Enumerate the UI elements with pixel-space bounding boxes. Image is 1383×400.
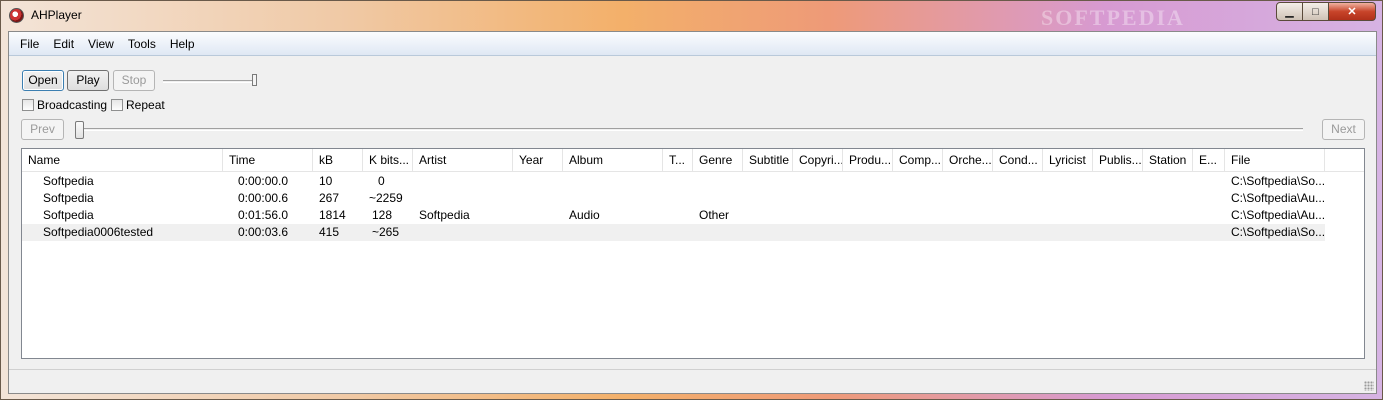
- cell-name: Softpedia: [43, 174, 94, 188]
- column-header-artist[interactable]: Artist: [413, 149, 513, 172]
- cell-time: 0:00:03.6: [238, 225, 289, 239]
- title-bar[interactable]: AHPlayer SOFTPEDIA ▁ □ ✕: [1, 1, 1382, 31]
- minimize-icon: ▁: [1285, 6, 1294, 18]
- playlist-view[interactable]: Name Time kB K bits... Artist Year Album…: [21, 148, 1365, 359]
- column-header-publisher[interactable]: Publis...: [1093, 149, 1143, 172]
- column-header-lyricist[interactable]: Lyricist: [1043, 149, 1093, 172]
- cell-file: C:\Softpedia\Au...: [1231, 191, 1326, 205]
- volume-slider-thumb[interactable]: [252, 74, 257, 86]
- open-button[interactable]: Open: [22, 70, 64, 91]
- cell-file: C:\Softpedia\Au...: [1231, 208, 1326, 222]
- table-row[interactable]: Softpedia 0:01:56.0 1814 128 Softpedia A…: [22, 207, 1325, 224]
- cell-kbits: 0: [378, 174, 385, 188]
- repeat-checkbox[interactable]: Repeat: [111, 98, 165, 112]
- app-icon[interactable]: [9, 8, 24, 23]
- position-slider-thumb[interactable]: [75, 121, 84, 139]
- repeat-checkbox-box[interactable]: [111, 99, 123, 111]
- cell-kb: 10: [319, 174, 333, 188]
- column-header-album[interactable]: Album: [563, 149, 663, 172]
- column-header-time[interactable]: Time: [223, 149, 313, 172]
- cell-name: Softpedia: [43, 191, 94, 205]
- column-header-genre[interactable]: Genre: [693, 149, 743, 172]
- broadcasting-checkbox[interactable]: Broadcasting: [22, 98, 107, 112]
- play-button[interactable]: Play: [67, 70, 109, 91]
- watermark: SOFTPEDIA: [1041, 5, 1185, 30]
- app-window: AHPlayer SOFTPEDIA ▁ □ ✕ File Edit View …: [0, 0, 1383, 400]
- menu-bar: File Edit View Tools Help: [9, 32, 1376, 56]
- menu-help[interactable]: Help: [163, 32, 202, 56]
- position-slider-track[interactable]: [81, 128, 1303, 131]
- maximize-icon: □: [1312, 5, 1319, 18]
- table-row[interactable]: Softpedia0006tested 0:00:03.6 415 ~265 C…: [22, 224, 1325, 241]
- player-controls: Open Play Stop Broadcasting Repeat Prev …: [9, 57, 1376, 147]
- cell-file: C:\Softpedia\So...: [1231, 225, 1326, 239]
- cell-genre: Other: [699, 208, 730, 222]
- column-header-e[interactable]: E...: [1193, 149, 1225, 172]
- column-header-composer[interactable]: Comp...: [893, 149, 943, 172]
- maximize-button[interactable]: □: [1303, 2, 1329, 21]
- minimize-button[interactable]: ▁: [1276, 2, 1303, 21]
- column-header-orchestra[interactable]: Orche...: [943, 149, 993, 172]
- stop-button[interactable]: Stop: [113, 70, 155, 91]
- cell-artist: Softpedia: [419, 208, 470, 222]
- table-row[interactable]: Softpedia 0:00:00.0 10 0 C:\Softpedia\So…: [22, 173, 1325, 190]
- cell-kbits: 128: [372, 208, 393, 222]
- column-header-conductor[interactable]: Cond...: [993, 149, 1043, 172]
- cell-kbits: ~265: [372, 225, 400, 239]
- menu-view[interactable]: View: [81, 32, 121, 56]
- column-header-name[interactable]: Name: [22, 149, 223, 172]
- table-row[interactable]: Softpedia 0:00:00.6 267 ~2259 C:\Softped…: [22, 190, 1325, 207]
- cell-time: 0:00:00.0: [238, 174, 289, 188]
- client-area: File Edit View Tools Help Open Play Stop…: [8, 31, 1377, 394]
- column-header-kbits[interactable]: K bits...: [363, 149, 413, 172]
- caption-buttons: ▁ □ ✕: [1276, 2, 1376, 21]
- resize-grip-icon[interactable]: [1364, 381, 1374, 391]
- column-header-file[interactable]: File: [1225, 149, 1325, 172]
- repeat-label: Repeat: [126, 98, 165, 112]
- cell-album: Audio: [569, 208, 600, 222]
- playlist-header: Name Time kB K bits... Artist Year Album…: [22, 149, 1364, 172]
- column-header-kb[interactable]: kB: [313, 149, 363, 172]
- next-button[interactable]: Next: [1322, 119, 1365, 140]
- prev-button[interactable]: Prev: [21, 119, 64, 140]
- cell-kbits: ~2259: [369, 191, 403, 205]
- cell-time: 0:00:00.6: [238, 191, 289, 205]
- menu-edit[interactable]: Edit: [46, 32, 81, 56]
- cell-time: 0:01:56.0: [238, 208, 289, 222]
- column-header-year[interactable]: Year: [513, 149, 563, 172]
- window-title: AHPlayer: [31, 8, 82, 22]
- close-button[interactable]: ✕: [1329, 2, 1376, 21]
- cell-name: Softpedia: [43, 208, 94, 222]
- column-header-track[interactable]: T...: [663, 149, 693, 172]
- volume-slider-track[interactable]: [163, 80, 255, 83]
- broadcasting-label: Broadcasting: [37, 98, 108, 112]
- cell-kb: 415: [319, 225, 340, 239]
- cell-file: C:\Softpedia\So...: [1231, 174, 1326, 188]
- column-header-station[interactable]: Station: [1143, 149, 1193, 172]
- status-bar: [9, 369, 1376, 393]
- close-icon: ✕: [1347, 6, 1357, 18]
- column-header-subtitle[interactable]: Subtitle: [743, 149, 793, 172]
- column-header-producer[interactable]: Produ...: [843, 149, 893, 172]
- broadcasting-checkbox-box[interactable]: [22, 99, 34, 111]
- column-header-copyright[interactable]: Copyri...: [793, 149, 843, 172]
- cell-name: Softpedia0006tested: [43, 225, 154, 239]
- menu-tools[interactable]: Tools: [121, 32, 163, 56]
- menu-file[interactable]: File: [13, 32, 46, 56]
- cell-kb: 1814: [319, 208, 346, 222]
- cell-kb: 267: [319, 191, 340, 205]
